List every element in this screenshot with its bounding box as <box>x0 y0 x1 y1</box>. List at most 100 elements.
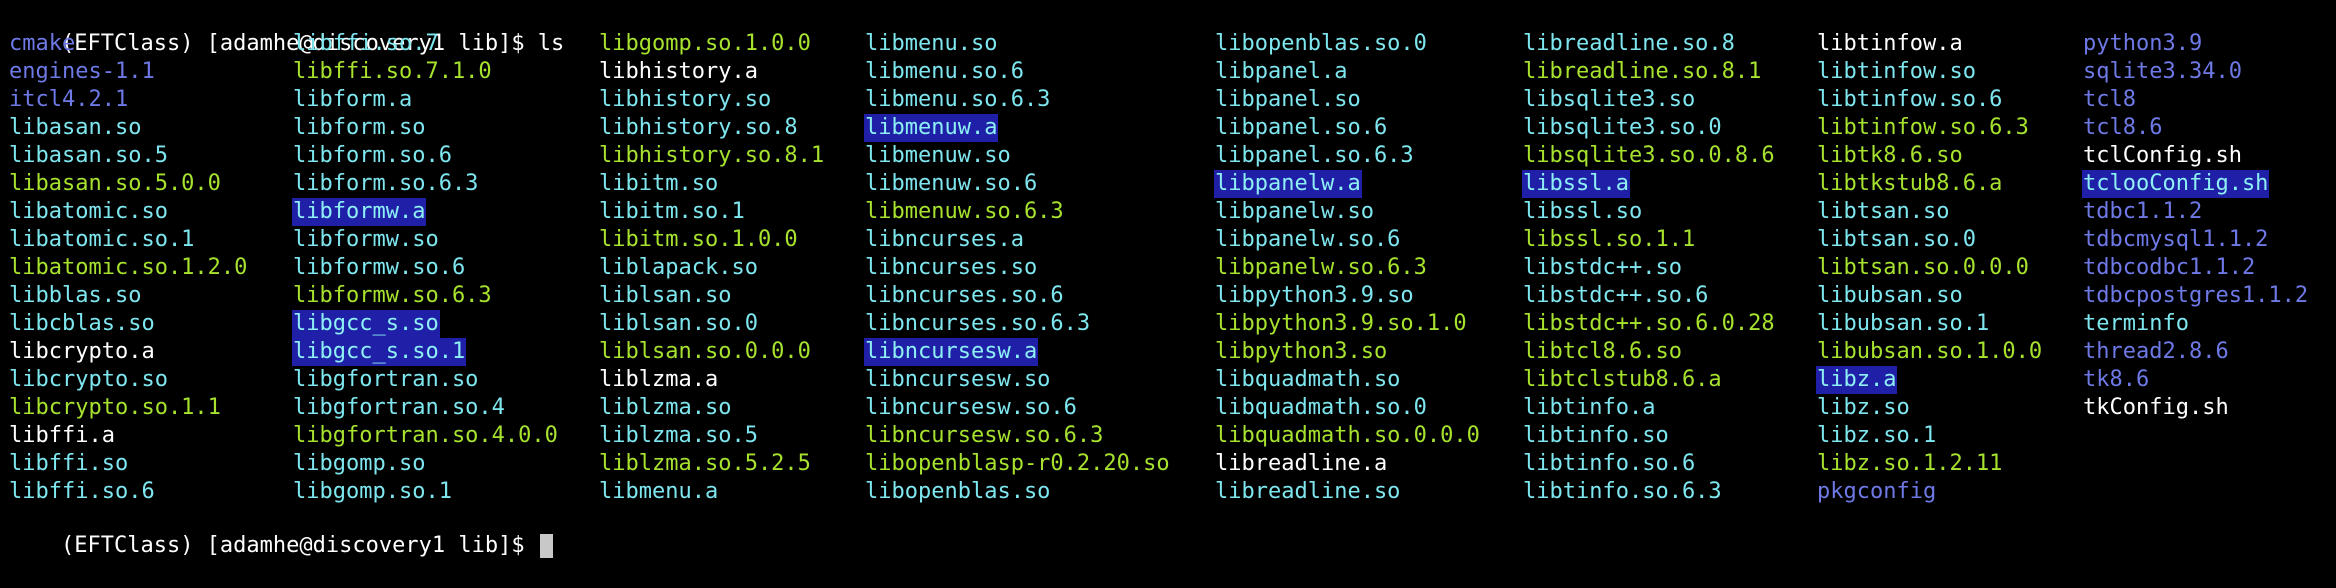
file-entry: libitm.so.1.0.0 <box>599 227 798 252</box>
file-entry: tclConfig.sh <box>2083 143 2242 168</box>
file-entry: libtinfo.so.6 <box>1523 451 1696 476</box>
file-entry: pkgconfig <box>1817 479 1937 504</box>
file-entry: tdbc1.1.2 <box>2083 199 2203 224</box>
file-entry: engines-1.1 <box>9 59 155 84</box>
file-entry: libncurses.so <box>865 255 1038 280</box>
file-entry: libformw.a <box>292 198 427 226</box>
file-entry: libatomic.so.1.2.0 <box>9 255 248 280</box>
file-entry: libmenu.so.6 <box>865 59 1024 84</box>
file-entry: libmenu.so <box>865 31 998 56</box>
file-entry: libpanelw.so.6.3 <box>1215 255 1427 280</box>
file-entry: libpanel.so.6.3 <box>1215 143 1414 168</box>
file-entry: libsqlite3.so <box>1523 87 1696 112</box>
file-entry: libz.so.1 <box>1817 423 1937 448</box>
file-entry: libatomic.so.1 <box>9 227 195 252</box>
file-entry: libpanelw.so.6 <box>1215 227 1401 252</box>
file-entry: itcl4.2.1 <box>9 87 129 112</box>
file-entry: libgcc_s.so <box>292 310 440 338</box>
file-entry: tcl8 <box>2083 87 2136 112</box>
file-entry: libhistory.a <box>599 59 758 84</box>
file-entry: libgomp.so.1 <box>293 479 452 504</box>
file-entry: libmenuw.so.6 <box>865 171 1038 196</box>
file-entry: libitm.so.1 <box>599 199 745 224</box>
file-entry: tkConfig.sh <box>2083 395 2229 420</box>
file-entry: liblzma.so.5.2.5 <box>599 451 811 476</box>
file-entry: libpython3.9.so <box>1215 283 1414 308</box>
file-entry: libcrypto.so.1.1 <box>9 395 221 420</box>
file-entry: libformw.so.6.3 <box>293 283 492 308</box>
file-entry: libncursesw.so.6 <box>865 395 1077 420</box>
file-entry: python3.9 <box>2083 31 2203 56</box>
file-entry: libsqlite3.so.0 <box>1523 115 1722 140</box>
file-entry: libasan.so <box>9 115 142 140</box>
file-entry: libpython3.so <box>1215 339 1388 364</box>
file-entry: libz.so <box>1817 395 1910 420</box>
file-entry: libopenblas.so <box>865 479 1051 504</box>
file-entry: libubsan.so.1.0.0 <box>1817 339 2043 364</box>
file-entry: tdbcodbc1.1.2 <box>2083 255 2256 280</box>
file-entry: thread2.8.6 <box>2083 339 2229 364</box>
file-entry: libpanelw.a <box>1214 170 1362 198</box>
file-entry: cmake <box>9 31 76 56</box>
file-entry: libform.so <box>293 115 426 140</box>
file-entry: liblsan.so.0 <box>599 311 758 336</box>
file-entry: libubsan.so.1 <box>1817 311 1990 336</box>
file-entry: libgfortran.so.4 <box>293 395 505 420</box>
file-entry: libtsan.so.0.0.0 <box>1817 255 2029 280</box>
file-entry: libquadmath.so.0 <box>1215 395 1427 420</box>
file-entry: libpanelw.so <box>1215 199 1374 224</box>
file-entry: libncurses.so.6 <box>865 283 1064 308</box>
file-entry: libcrypto.so <box>9 367 168 392</box>
file-entry: libtkstub8.6.a <box>1817 171 2003 196</box>
file-entry: libitm.so <box>599 171 719 196</box>
file-entry: libopenblas.so.0 <box>1215 31 1427 56</box>
file-entry: libncurses.a <box>865 227 1024 252</box>
file-entry: libreadline.so <box>1215 479 1401 504</box>
file-entry: libtinfo.a <box>1523 395 1656 420</box>
file-entry: libmenuw.a <box>864 114 999 142</box>
file-entry: libssl.so.1.1 <box>1523 227 1696 252</box>
file-entry: libformw.so <box>293 227 439 252</box>
file-entry: libform.a <box>293 87 413 112</box>
file-entry: libncursesw.a <box>864 338 1039 366</box>
file-entry: tdbcmysql1.1.2 <box>2083 227 2269 252</box>
file-entry: liblsan.so <box>599 283 732 308</box>
file-entry: tclooConfig.sh <box>2082 170 2270 198</box>
file-entry: libblas.so <box>9 283 142 308</box>
file-entry: liblsan.so.0.0.0 <box>599 339 811 364</box>
file-entry: liblzma.a <box>599 367 719 392</box>
file-entry: liblzma.so <box>599 395 732 420</box>
file-entry: libmenu.a <box>599 479 719 504</box>
file-entry: libffi.so.7.1.0 <box>293 59 492 84</box>
file-entry: libmenuw.so.6.3 <box>865 199 1064 224</box>
file-entry: libtinfow.so.6 <box>1817 87 2003 112</box>
file-entry: libtinfo.so <box>1523 423 1669 448</box>
prompt-line[interactable]: (EFTClass) [adamhe@discovery1 lib]$ <box>8 504 553 558</box>
file-entry: tcl8.6 <box>2083 115 2163 140</box>
terminal-window[interactable]: (EFTClass) [adamhe@discovery1 lib]$ ls c… <box>0 0 2336 558</box>
file-entry: libffi.a <box>9 423 115 448</box>
file-entry: libtinfow.so.6.3 <box>1817 115 2029 140</box>
file-entry: libquadmath.so <box>1215 367 1401 392</box>
file-entry: libgcc_s.so.1 <box>292 338 467 366</box>
file-entry: libhistory.so.8.1 <box>599 143 825 168</box>
file-entry: libstdc++.so <box>1523 255 1682 280</box>
file-entry: libreadline.so.8.1 <box>1523 59 1762 84</box>
file-entry: libtclstub8.6.a <box>1523 367 1722 392</box>
file-entry: libstdc++.so.6 <box>1523 283 1709 308</box>
file-entry: libtsan.so.0 <box>1817 227 1976 252</box>
file-entry: libpanel.so <box>1215 87 1361 112</box>
file-entry: libtk8.6.so <box>1817 143 1963 168</box>
file-entry: libssl.so <box>1523 199 1643 224</box>
file-entry: libmenu.so.6.3 <box>865 87 1051 112</box>
file-entry: libhistory.so.8 <box>599 115 798 140</box>
file-entry: libhistory.so <box>599 87 772 112</box>
file-entry: libcblas.so <box>9 311 155 336</box>
file-entry: libpanel.so.6 <box>1215 115 1388 140</box>
file-entry: libssl.a <box>1522 170 1630 198</box>
file-entry: libubsan.so <box>1817 283 1963 308</box>
file-entry: libformw.so.6 <box>293 255 466 280</box>
file-entry: tk8.6 <box>2083 367 2150 392</box>
file-entry: libtinfo.so.6.3 <box>1523 479 1722 504</box>
file-entry: libpython3.9.so.1.0 <box>1215 311 1467 336</box>
